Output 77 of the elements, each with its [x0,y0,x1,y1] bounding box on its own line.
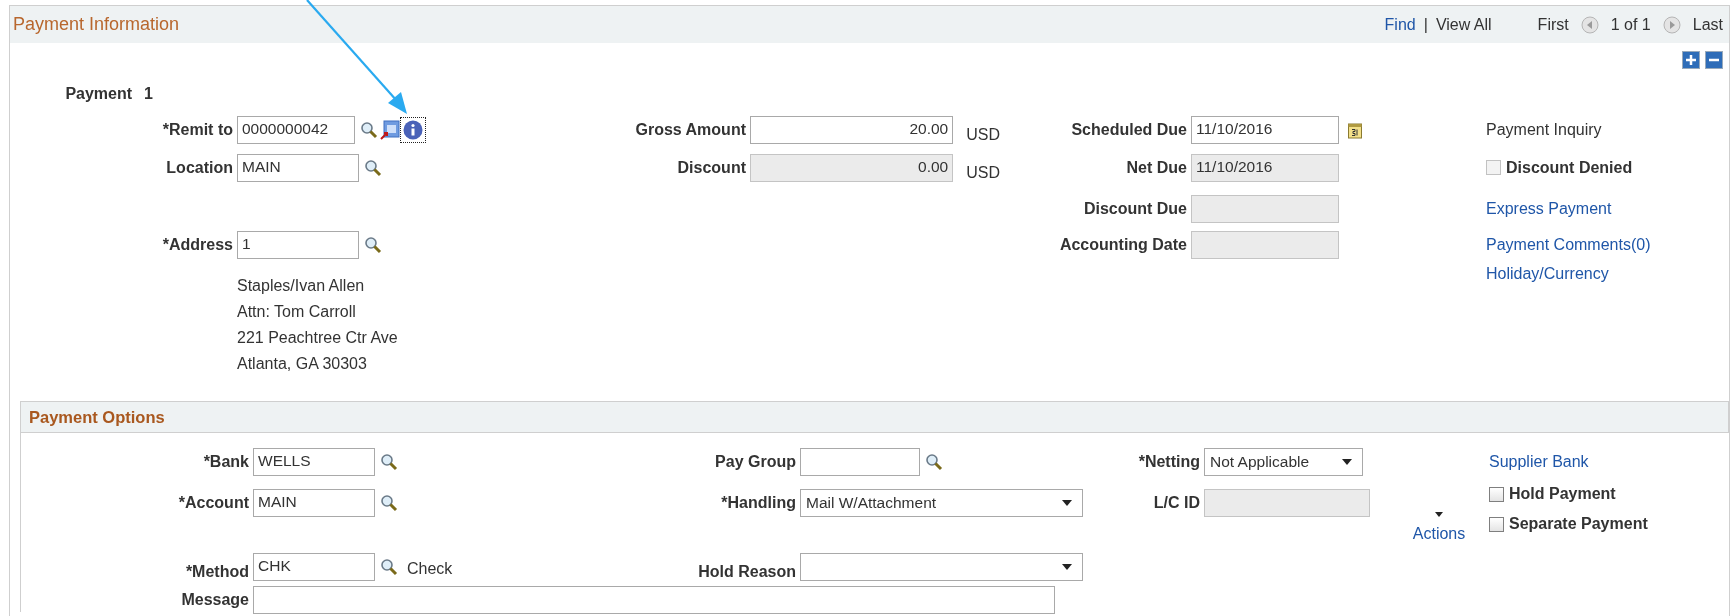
input-field: 11/10/2016 [1191,153,1339,182]
find-link[interactable]: Find [1384,15,1416,34]
search-icon[interactable] [380,558,398,576]
field-label: Discount [676,158,747,177]
input-field[interactable]: 20.00 [750,116,954,144]
info-icon [403,120,423,140]
search-icon[interactable] [364,158,382,177]
address-line: Staples/Ivan Allen [237,276,366,296]
caret-icon[interactable] [1435,511,1443,517]
inquiry-label: Payment Inquiry [1486,121,1603,139]
last-label: Last [1692,15,1723,34]
address-line: Atlanta, GA 30303 [237,354,368,374]
currency-label: USD [966,126,1000,144]
first-label: First [1537,15,1569,34]
dropdown[interactable]: Not Applicable [1204,448,1363,476]
field-label: *Account [177,494,250,512]
address-line: 221 Peachtree Ctr Ave [237,328,399,348]
page-count: 1 of 1 [1610,15,1651,34]
field-label: *Bank [202,453,250,471]
window-icon[interactable] [380,120,400,140]
link[interactable]: Express Payment [1486,199,1729,218]
field-label: L/C ID [1152,494,1201,512]
separator: | [1423,15,1428,34]
search-icon[interactable] [380,453,398,471]
address-line: Attn: Tom Carroll [237,302,357,322]
input-field: 0.00 [750,153,954,182]
field-label: Pay Group [714,453,797,471]
calendar-icon[interactable] [1348,121,1362,139]
field-label: *Remit to [161,121,234,139]
field-label: Location [165,158,234,177]
dropdown[interactable]: Mail W/Attachment [800,489,1083,517]
input-field[interactable]: 0000000042 [237,116,355,144]
search-icon[interactable] [380,494,398,512]
checkbox[interactable] [1489,516,1504,532]
field-label: *Address [161,236,234,254]
field-label: Hold Reason [697,563,797,581]
input-field[interactable]: 11/10/2016 [1191,116,1339,144]
search-icon[interactable] [360,121,378,139]
field-label: Message [180,591,250,609]
input-field[interactable] [800,448,920,476]
section-title: Payment Information [13,14,180,35]
actions-link[interactable]: Actions [1412,524,1466,543]
input-field[interactable] [253,586,1055,614]
info-button[interactable] [400,117,426,143]
currency-label: USD [966,163,1000,182]
checkbox-label: Discount Denied [1506,158,1633,177]
link[interactable]: Payment Comments(0) [1486,236,1729,254]
field-label: *Method [184,563,250,581]
view-all-link[interactable]: View All [1435,15,1492,34]
field-label: *Netting [1137,453,1201,471]
field-label: Scheduled Due [1070,121,1188,139]
input-field[interactable]: MAIN [237,153,359,182]
input-field[interactable]: MAIN [253,489,375,517]
checkbox-label: Separate Payment [1509,515,1648,533]
caret-icon [1062,500,1072,506]
checkbox-label: Hold Payment [1509,485,1616,503]
input-field[interactable]: CHK [253,553,375,581]
field-label: *Handling [720,494,797,512]
field-label: Net Due [1125,158,1188,177]
search-icon[interactable] [364,236,382,254]
field-label: Gross Amount [634,121,747,139]
add-icon[interactable] [1682,50,1700,69]
supplier-bank-link[interactable]: Supplier Bank [1489,453,1729,471]
remove-icon[interactable] [1705,50,1723,69]
caret-icon [1062,564,1072,570]
field-label: Discount Due [1082,199,1188,218]
caret-icon [1342,459,1352,465]
search-icon[interactable] [925,453,943,471]
payment-number: 1 [144,84,153,103]
input-field[interactable]: 1 [237,231,359,259]
input-field[interactable]: WELLS [253,448,375,476]
payment-label: Payment [65,84,133,103]
method-description: Check [407,560,453,578]
checkbox[interactable] [1489,486,1504,502]
section-title: Payment Options [29,407,165,427]
link[interactable]: Holiday/Currency [1486,259,1729,283]
field-label: Accounting Date [1058,236,1188,254]
